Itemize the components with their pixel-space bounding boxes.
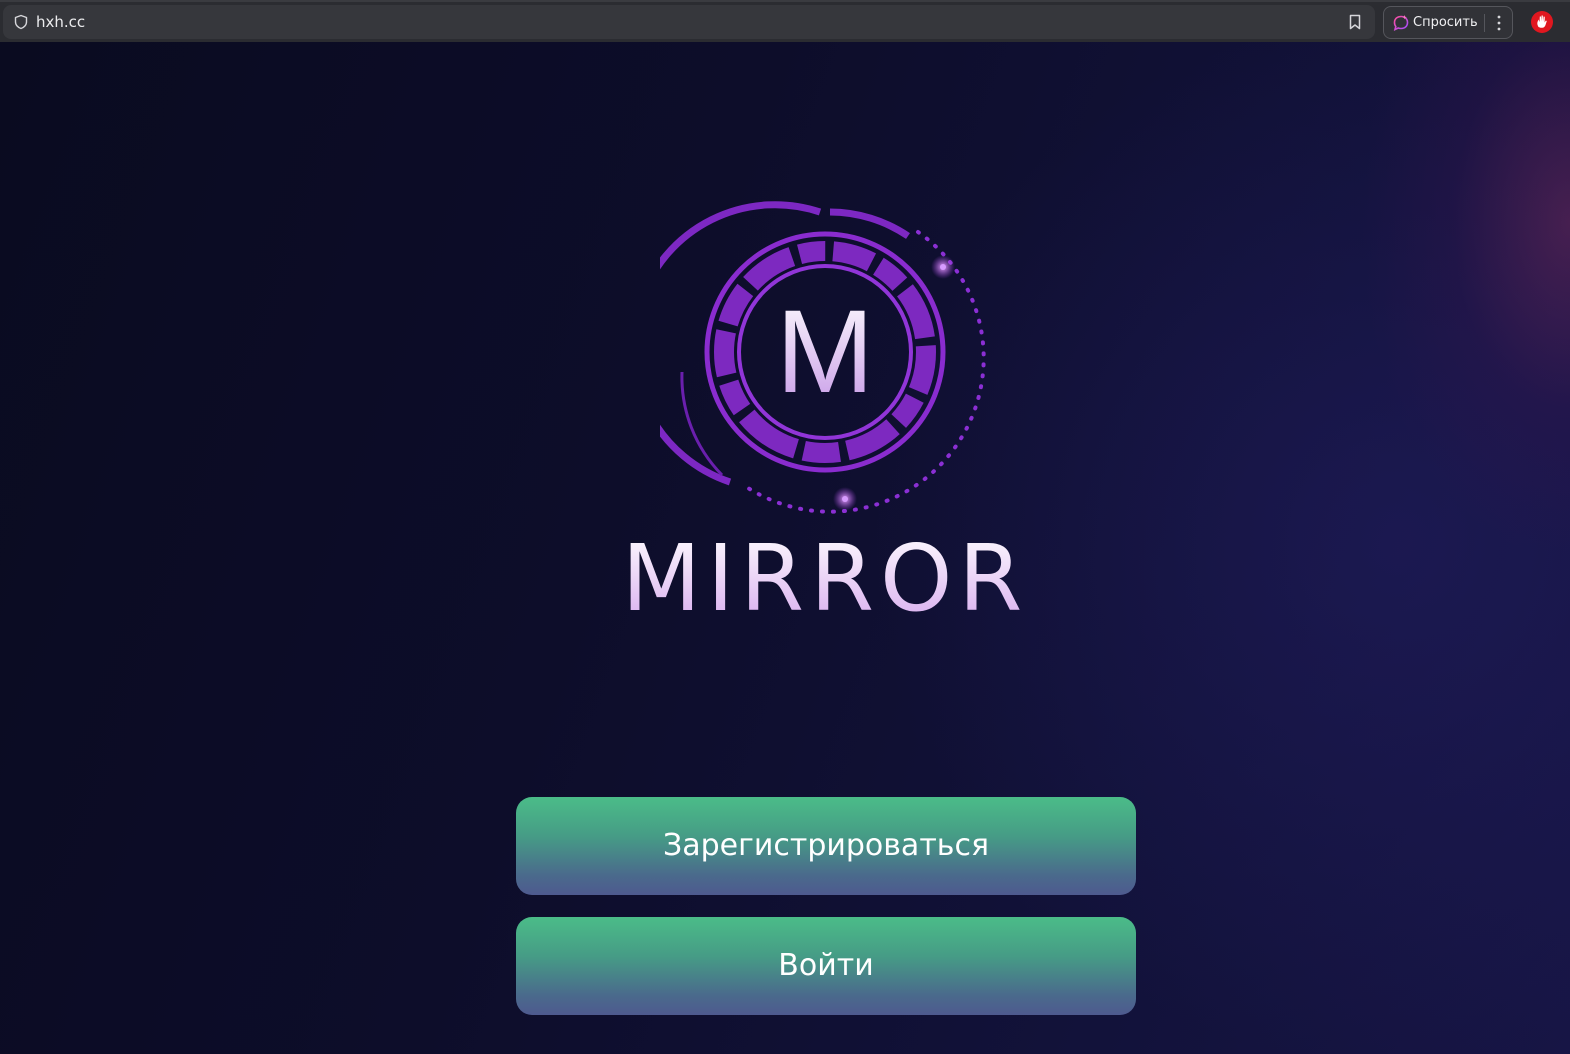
- brand-name-text: MIRROR: [622, 525, 1029, 630]
- sparkle-chat-icon: [1393, 15, 1409, 31]
- ask-assistant-button[interactable]: Спросить: [1383, 6, 1513, 39]
- address-bar[interactable]: hxh.cc: [3, 5, 1375, 39]
- browser-toolbar: hxh.cc Спросить: [0, 0, 1570, 42]
- register-button[interactable]: Зарегистрироваться: [516, 797, 1136, 895]
- brand-name: MIRROR: [622, 525, 1029, 630]
- login-button[interactable]: Войти: [516, 917, 1136, 1015]
- bookmark-icon[interactable]: [1346, 13, 1364, 31]
- divider: [1484, 14, 1485, 32]
- red-hand-icon[interactable]: [1530, 10, 1554, 34]
- mirror-logo-emblem: M: [660, 201, 986, 514]
- logo-letter: M: [776, 286, 874, 418]
- landing-page: M MIRROR Зарегистрироваться Войти: [0, 42, 1570, 1054]
- vertical-dots-icon[interactable]: [1490, 13, 1508, 33]
- ask-label: Спросить: [1413, 15, 1478, 30]
- url-text[interactable]: hxh.cc: [36, 13, 85, 31]
- shield-icon[interactable]: [13, 14, 29, 30]
